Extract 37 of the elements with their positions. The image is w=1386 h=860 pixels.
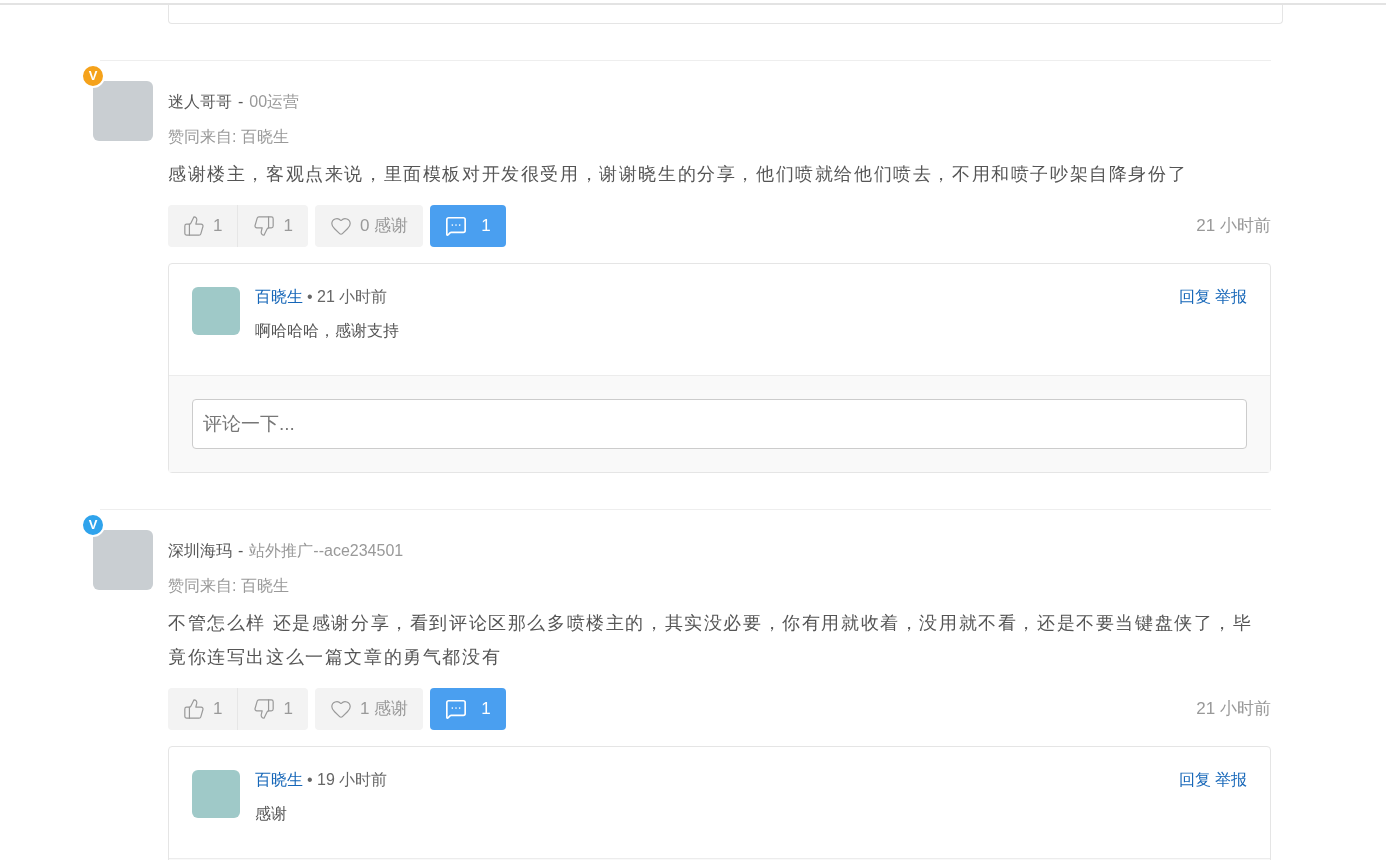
author-name[interactable]: 迷人哥哥 [168, 90, 232, 114]
avatar-placeholder [93, 530, 153, 590]
comment-time: 21 小时前 [1196, 698, 1271, 721]
thumbs-up-icon [183, 215, 205, 237]
agreed-by-text: 赞同来自: 百晓生 [168, 576, 290, 596]
agreed-by-text: 赞同来自: 百晓生 [168, 127, 290, 147]
heart-icon [329, 215, 352, 237]
comment-time: 21 小时前 [1196, 215, 1271, 238]
author-group: 00运营 [249, 90, 300, 114]
reply-text: 啊哈哈哈，感谢支持 [255, 321, 400, 341]
verified-badge: V [81, 513, 105, 537]
reply-time: • 19 小时前 [307, 770, 388, 790]
comment-icon [445, 698, 468, 720]
thumbs-up-icon [183, 698, 205, 720]
avatar-placeholder [93, 81, 153, 141]
reply-action-link[interactable]: 举报 [1215, 768, 1247, 792]
author-name[interactable]: 深圳海玛 [168, 539, 232, 563]
separator-dash: - [238, 92, 244, 112]
thumbs-down-icon [253, 698, 276, 720]
comment-input-field[interactable]: 评论一下... [192, 399, 1247, 449]
avatar-placeholder [192, 287, 240, 335]
heart-icon [329, 698, 352, 720]
reply-action-link[interactable]: 回复 [1179, 285, 1211, 309]
reply-action-link[interactable]: 回复 [1179, 768, 1211, 792]
verified-badge: V [81, 64, 105, 88]
comment-text: 感谢楼主，客观点来说，里面模板对开发很受用，谢谢晓生的分享，他们喷就给他们喷去，不用和喷子吵架自降身份了 [168, 163, 1189, 186]
comment-text: 不管怎么样 还是感谢分享，看到评论区那么多喷楼主的，其实没必要，你有用就收着，没用就不看，还是不要当键盘侠了，毕竟你连写出这么一篇文章的勇气都没有 [168, 612, 1254, 669]
avatar-placeholder [192, 770, 240, 818]
comment-icon [445, 215, 468, 237]
reply-text: 感谢 [255, 804, 288, 824]
separator-dash: - [238, 541, 244, 561]
thumbs-down-icon [253, 215, 276, 237]
author-group: 站外推广--ace234501 [249, 539, 404, 563]
reply-author-link[interactable]: 百晓生 [255, 768, 303, 792]
reply-time: • 21 小时前 [307, 287, 388, 307]
reply-action-link[interactable]: 举报 [1215, 285, 1247, 309]
reply-author-link[interactable]: 百晓生 [255, 285, 303, 309]
